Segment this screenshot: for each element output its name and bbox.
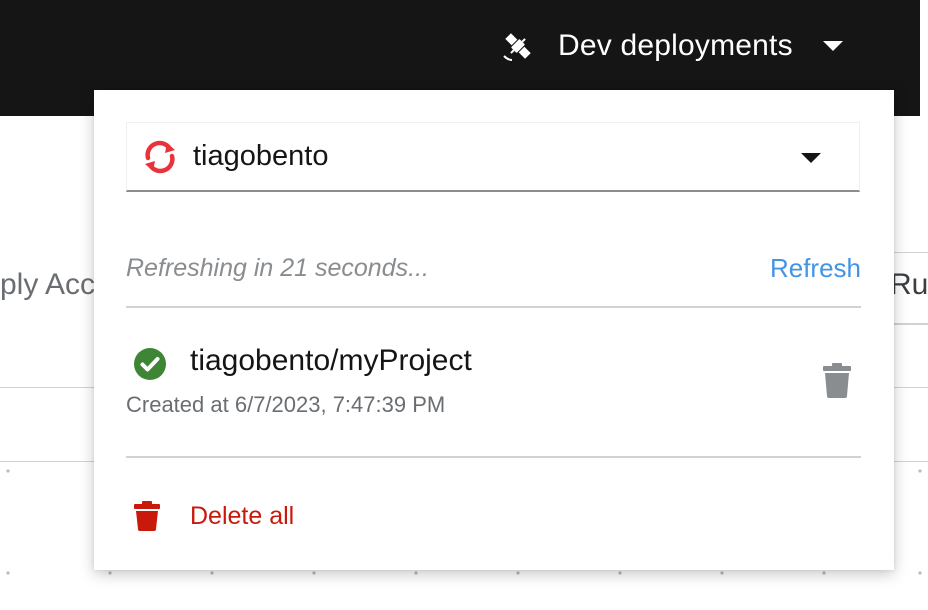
background-text-right: Ru bbox=[890, 268, 928, 301]
delete-deployment-button[interactable] bbox=[822, 362, 852, 398]
check-circle-icon bbox=[134, 348, 166, 380]
deployment-created-at: Created at 6/7/2023, 7:47:39 PM bbox=[126, 392, 446, 417]
satellite-icon bbox=[500, 28, 536, 64]
caret-down-icon bbox=[801, 153, 821, 163]
dev-deployments-toggle[interactable]: Dev deployments bbox=[500, 22, 843, 70]
refresh-row: Refreshing in 21 seconds... Refresh bbox=[126, 250, 861, 308]
trash-icon bbox=[823, 363, 851, 398]
trash-icon bbox=[134, 501, 160, 531]
openshift-sync-icon bbox=[141, 138, 179, 176]
delete-all-label: Delete all bbox=[190, 501, 295, 530]
background-text-left: ply Acc bbox=[0, 268, 96, 301]
refresh-button[interactable]: Refresh bbox=[770, 253, 861, 284]
deployment-item: tiagobento/myProject Created at 6/7/2023… bbox=[126, 330, 861, 458]
dev-deployments-dropdown: tiagobento Refreshing in 21 seconds... R… bbox=[94, 90, 894, 570]
account-select-value: tiagobento bbox=[193, 140, 329, 172]
delete-all-button[interactable]: Delete all bbox=[134, 494, 294, 538]
account-select[interactable]: tiagobento bbox=[126, 122, 860, 192]
dev-deployments-label: Dev deployments bbox=[558, 29, 793, 62]
refresh-countdown: Refreshing in 21 seconds... bbox=[126, 254, 429, 282]
deployment-name[interactable]: tiagobento/myProject bbox=[190, 344, 472, 378]
caret-down-icon bbox=[822, 41, 843, 51]
topbar-edge bbox=[920, 0, 928, 116]
